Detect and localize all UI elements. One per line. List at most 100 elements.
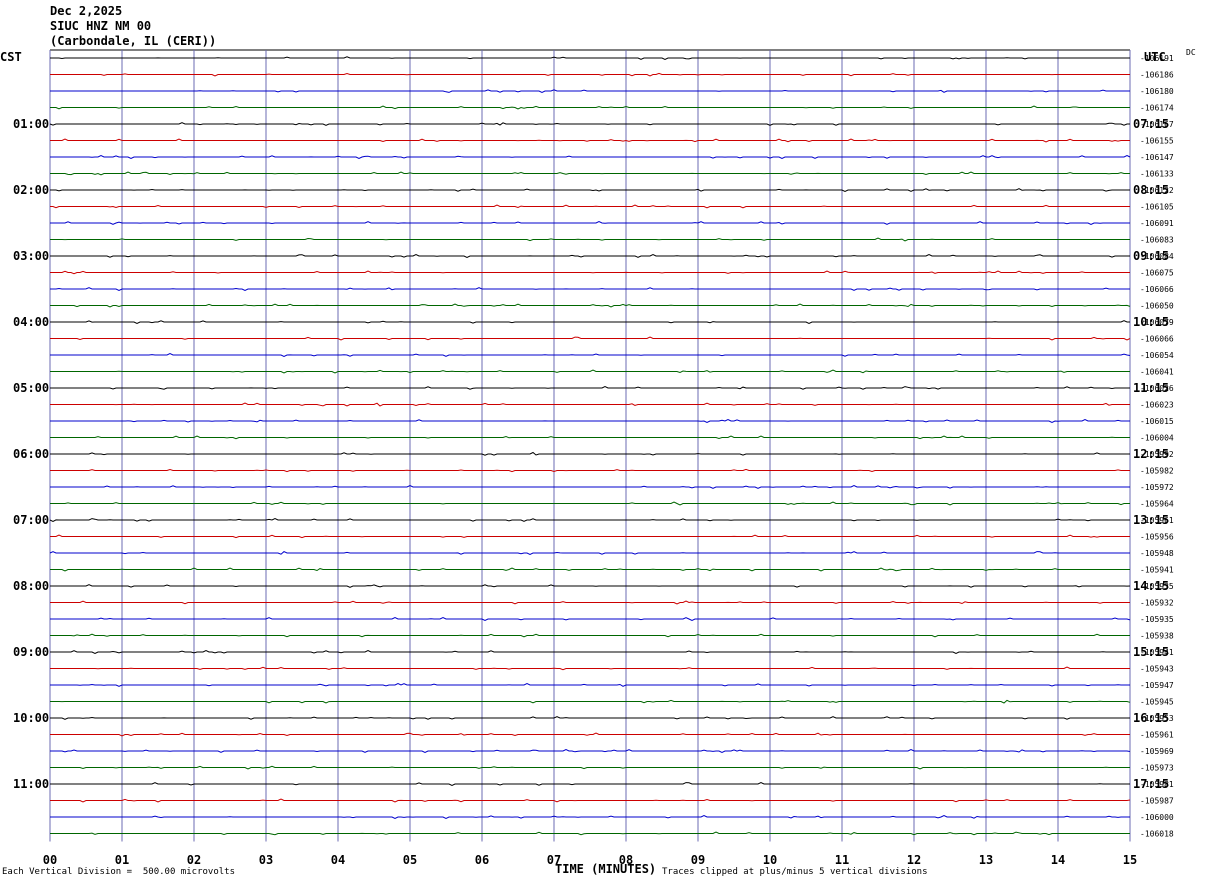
left-hour-label: 06:00 [13, 447, 49, 461]
trace-line [50, 353, 1131, 357]
trace-line [50, 237, 1130, 242]
trace-line [50, 154, 1131, 160]
right-hour-label: 09:15 [1133, 249, 1169, 263]
trace-offset-label: -106083 [1140, 236, 1174, 245]
trace-offset-label: -106075 [1140, 269, 1174, 278]
right-hour-label: 10:15 [1133, 315, 1169, 329]
trace-line [50, 270, 1130, 275]
x-tick-label: 15 [1123, 853, 1137, 867]
trace-offset-label: -105964 [1140, 500, 1174, 509]
trace-offset-label: -106000 [1140, 813, 1174, 822]
trace-offset-label: -105945 [1140, 698, 1174, 707]
right-hour-label: 14:15 [1133, 579, 1169, 593]
trace-offset-label: -105972 [1140, 483, 1174, 492]
x-tick-label: 02 [187, 853, 201, 867]
trace-offset-label: -105969 [1140, 747, 1174, 756]
trace-line [49, 551, 1130, 555]
trace-offset-label: -106023 [1140, 401, 1174, 410]
x-tick-label: 06 [475, 853, 489, 867]
trace-line [49, 517, 1130, 522]
trace-offset-label: -106174 [1140, 104, 1174, 113]
trace-offset-label: -105948 [1140, 549, 1174, 558]
trace-line [50, 451, 1130, 456]
trace-offset-label: -106066 [1140, 285, 1174, 294]
right-hour-label: 17:15 [1133, 777, 1169, 791]
left-hour-label: 01:00 [13, 117, 49, 131]
trace-line [50, 72, 1130, 77]
right-hour-label: 08:15 [1133, 183, 1169, 197]
trace-line [50, 682, 1130, 687]
trace-line [50, 253, 1130, 258]
trace-offset-label: -106133 [1140, 170, 1174, 179]
trace-offset-label: -106091 [1140, 219, 1174, 228]
left-hour-label: 03:00 [13, 249, 49, 263]
trace-offset-label: -106191 [1140, 54, 1174, 63]
trace-line [50, 303, 1131, 308]
x-tick-label: 14 [1051, 853, 1065, 867]
trace-line [50, 89, 1130, 93]
right-hour-label: 07:15 [1133, 117, 1169, 131]
trace-line [50, 831, 1130, 836]
right-hour-label: 13:15 [1133, 513, 1169, 527]
left-hour-label: 11:00 [13, 777, 49, 791]
clip-note: Traces clipped at plus/minus 5 vertical … [662, 867, 928, 877]
trace-line [50, 484, 1130, 489]
trace-line [50, 204, 1130, 209]
trace-offset-label: -106050 [1140, 302, 1174, 311]
x-tick-label: 05 [403, 853, 417, 867]
right-hour-label: 12:15 [1133, 447, 1169, 461]
trace-line [50, 600, 1130, 605]
trace-line [50, 534, 1130, 539]
trace-line [50, 336, 1131, 341]
trace-line [50, 138, 1130, 143]
trace-line [50, 287, 1130, 291]
trace-offset-label: -105938 [1140, 632, 1174, 641]
trace-offset-label: -106004 [1140, 434, 1174, 443]
helicorder-plot: 00 01 02 03 04 05 06 07 08 09 10 11 12 13 14 15-106191-… [13, 49, 1174, 867]
trace-offset-label: -105947 [1140, 681, 1174, 690]
trace-line [50, 221, 1130, 226]
trace-line [50, 617, 1131, 621]
trace-line [50, 666, 1130, 671]
left-hour-label: 10:00 [13, 711, 49, 725]
trace-line [50, 633, 1130, 638]
x-tick-label: 09 [691, 853, 705, 867]
trace-line [50, 468, 1130, 473]
x-tick-label: 04 [331, 853, 345, 867]
trace-offset-label: -106180 [1140, 87, 1174, 96]
trace-offset-label: -105982 [1140, 467, 1174, 476]
x-tick-label: 11 [835, 853, 849, 867]
trace-offset-label: -105932 [1140, 599, 1174, 608]
trace-line [50, 501, 1130, 506]
trace-line [50, 716, 1130, 720]
trace-line [50, 56, 1130, 60]
x-tick-label: 03 [259, 853, 273, 867]
trace-line [50, 584, 1131, 588]
trace-line [50, 782, 1130, 786]
trace-line [50, 814, 1130, 820]
trace-line [50, 105, 1130, 110]
x-tick-label: 01 [115, 853, 129, 867]
trace-line [50, 435, 1130, 440]
left-hour-label: 07:00 [13, 513, 49, 527]
left-hour-label: 05:00 [13, 381, 49, 395]
left-hour-label: 02:00 [13, 183, 49, 197]
right-hour-label: 11:15 [1133, 381, 1169, 395]
right-hour-label: 15:15 [1133, 645, 1169, 659]
trace-line [50, 171, 1130, 176]
trace-offset-label: -105935 [1140, 615, 1174, 624]
x-axis-label: TIME (MINUTES) [555, 862, 657, 876]
x-tick-label: 12 [907, 853, 921, 867]
x-tick-label: 13 [979, 853, 993, 867]
right-hour-label: 16:15 [1133, 711, 1169, 725]
trace-line [50, 699, 1131, 704]
trace-line [49, 122, 1130, 126]
trace-offset-label: -105941 [1140, 566, 1174, 575]
trace-line [50, 798, 1131, 803]
trace-offset-label: -106015 [1140, 417, 1174, 426]
trace-offset-label: -105956 [1140, 533, 1174, 542]
trace-line [50, 567, 1130, 572]
trace-offset-label: -105943 [1140, 665, 1174, 674]
trace-line [50, 320, 1130, 325]
left-hour-label: 04:00 [13, 315, 49, 329]
